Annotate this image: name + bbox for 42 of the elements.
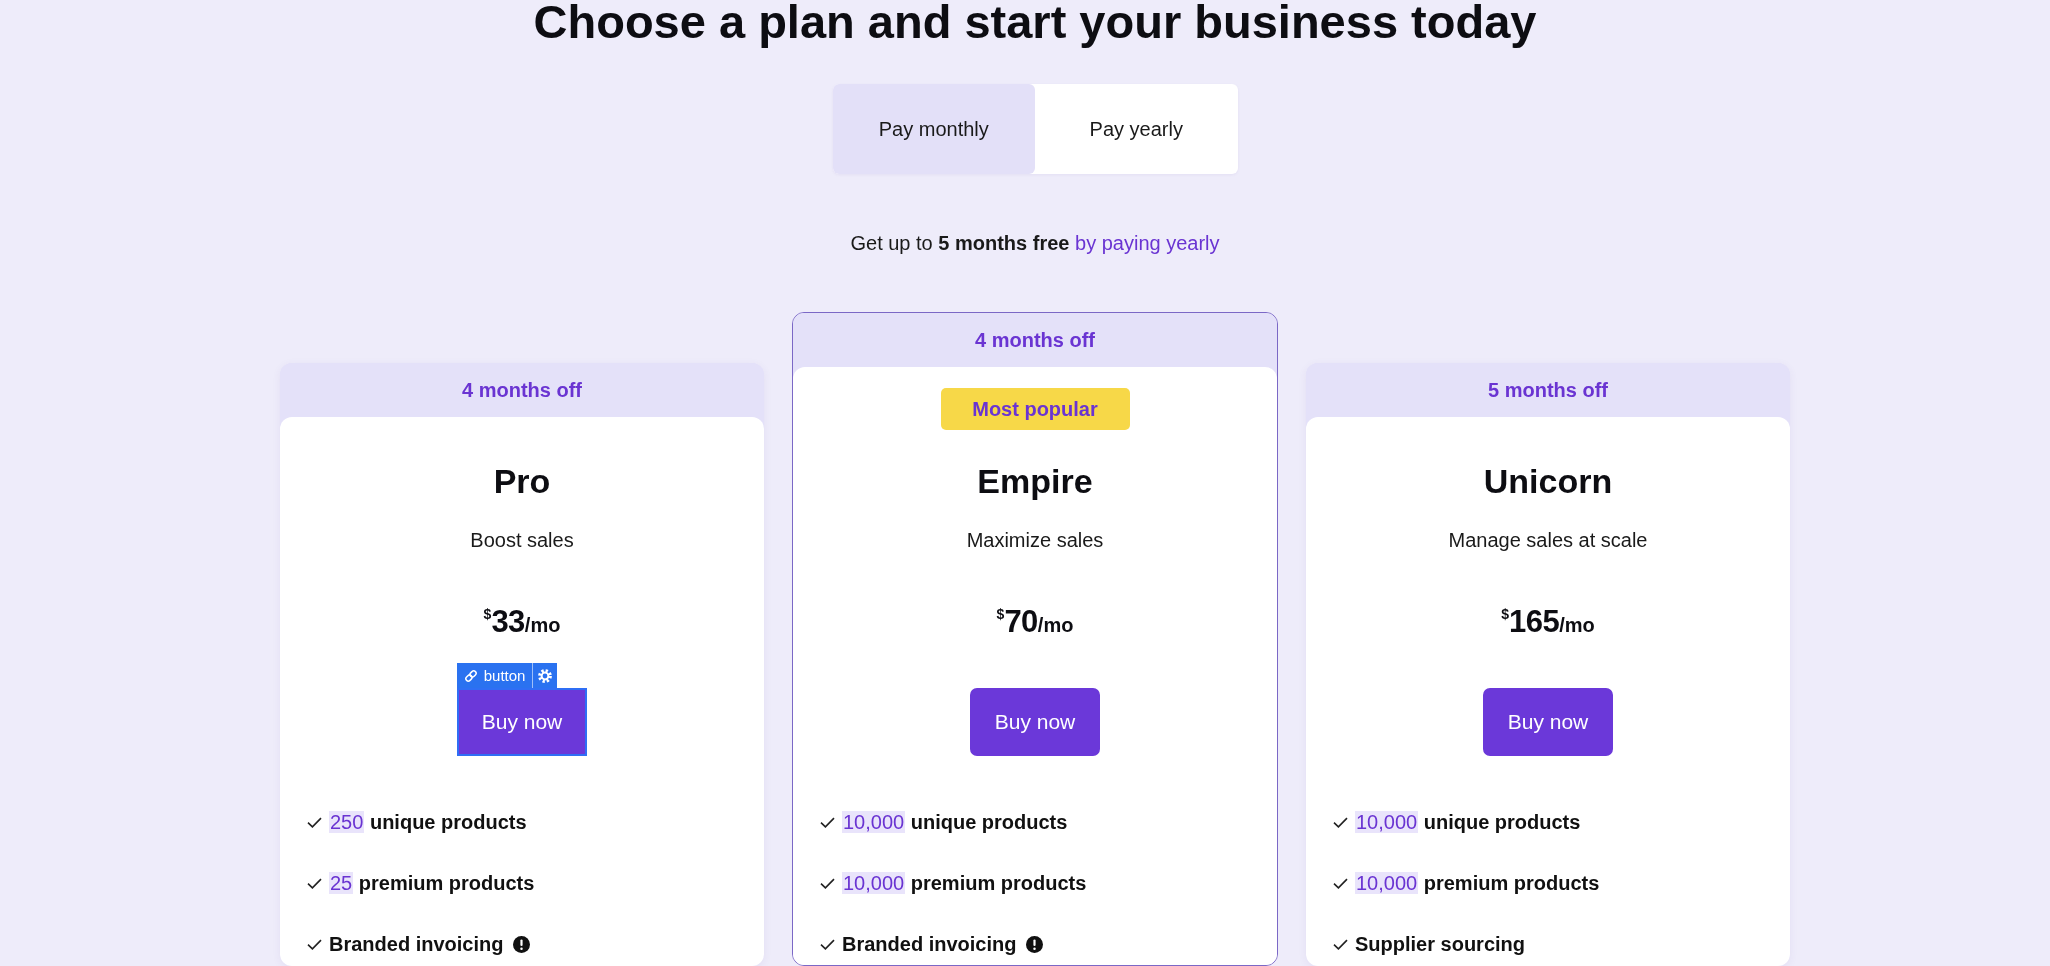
feature-text: Branded invoicing (842, 932, 1017, 957)
plan-price: $^{$}$70/mo (996, 603, 1074, 636)
buy-now-button[interactable]: Buy now (969, 688, 1101, 756)
savings-note: Get up to 5 months free by paying yearly (850, 231, 1220, 256)
plan-name: Unicorn (1483, 461, 1613, 501)
plan-price: $^{$}$33/mo (483, 603, 561, 636)
plan-tagline: Boost sales (470, 528, 574, 553)
popular-badge: Most popular (940, 388, 1130, 430)
check-icon (820, 877, 835, 889)
discount-label: 5 months off (1306, 363, 1790, 417)
plan-tagline: Manage sales at scale (1448, 528, 1648, 553)
billing-option[interactable]: Pay yearly (1035, 84, 1238, 174)
check-icon (820, 938, 835, 950)
plan-price: $^{$}$165/mo (1501, 603, 1595, 636)
editor-tag-label: button (483, 666, 526, 686)
check-icon (820, 816, 835, 828)
feature-text: 250 unique products (329, 810, 527, 835)
feature-text: 10,000 premium products (1355, 871, 1600, 896)
discount-label: 4 months off (280, 363, 764, 417)
feature-text: 10,000 unique products (1355, 810, 1581, 835)
plan-tagline: Maximize sales (966, 528, 1104, 553)
yearly-link[interactable]: by paying yearly (1075, 232, 1220, 254)
billing-option[interactable]: Pay monthly (832, 84, 1035, 174)
check-icon (307, 816, 322, 828)
feature-text: Branded invoicing (329, 932, 504, 957)
check-icon (1333, 816, 1348, 828)
feature-text: 10,000 premium products (842, 871, 1087, 896)
check-icon (307, 877, 322, 889)
check-icon (1333, 877, 1348, 889)
feature-text: Supplier sourcing (1355, 932, 1526, 957)
buy-now-button[interactable]: Buy now (456, 688, 588, 756)
info-icon[interactable] (1026, 935, 1044, 953)
feature-text: 25 premium products (329, 871, 535, 896)
check-icon (307, 938, 322, 950)
buy-now-button[interactable]: Buy now (1482, 688, 1614, 756)
feature-text: 10,000 unique products (842, 810, 1068, 835)
info-icon[interactable] (513, 935, 531, 953)
plan-name: Pro (493, 461, 551, 501)
plan-name: Empire (977, 461, 1093, 501)
link-icon[interactable] (463, 668, 478, 683)
check-icon (1333, 938, 1348, 950)
settings-icon[interactable] (538, 668, 553, 683)
